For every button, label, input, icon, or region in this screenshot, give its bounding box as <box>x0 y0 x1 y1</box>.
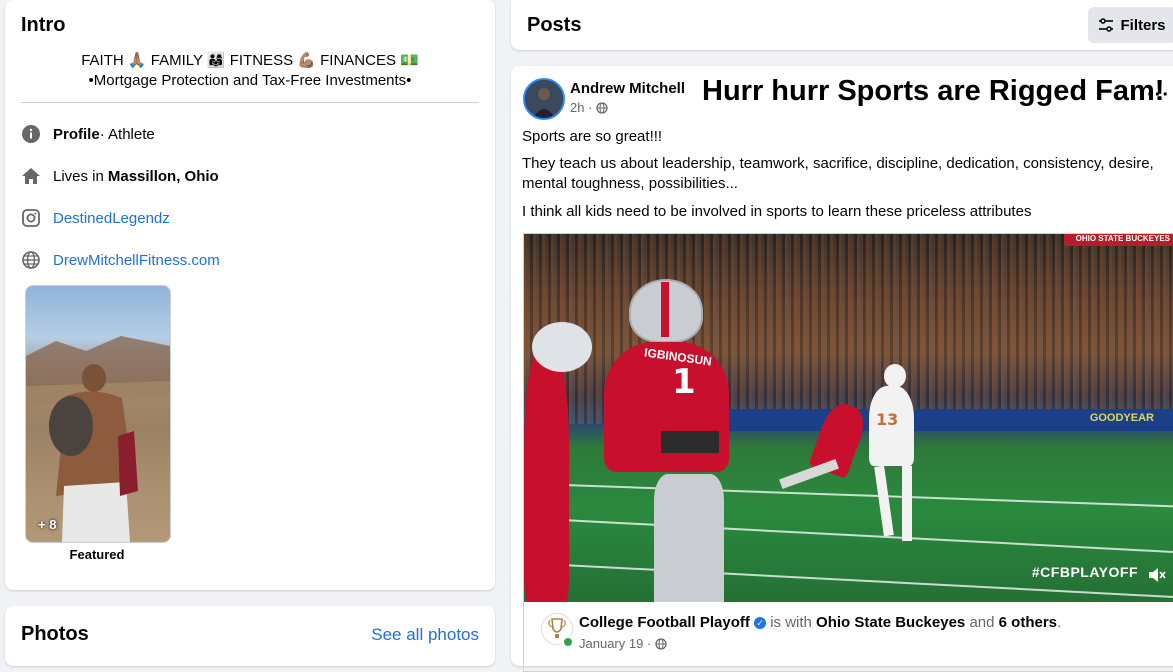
family-emoji-icon: 👨‍👩‍👧 <box>206 52 226 69</box>
online-status-dot <box>562 636 574 648</box>
detail-profile-value: · Athlete <box>99 125 155 143</box>
shared-others-link[interactable]: 6 others <box>999 614 1057 631</box>
post-text-1: Sports are so great!!! <box>522 128 663 145</box>
shared-and: and <box>965 614 999 631</box>
bio-word-fitness: FITNESS <box>229 52 294 69</box>
post-card: Andrew Mitchell 2h · Hurr hurr Sports ar… <box>511 66 1173 672</box>
flexed-bicep-emoji-icon: 💪🏽 <box>297 52 316 69</box>
public-globe-icon <box>596 101 609 114</box>
verified-badge-icon: ✓ <box>754 617 767 630</box>
helmet-stripe <box>661 282 669 337</box>
website-link[interactable]: DrewMitchellFitness.com <box>53 252 220 269</box>
intro-card: Intro FAITH 🙏🏽 FAMILY 👨‍👩‍👧 FITNESS 💪🏽 F… <box>5 0 495 590</box>
player-main-pants <box>654 474 724 602</box>
detail-lives-label: Lives in <box>53 167 104 185</box>
featured-count: + 8 <box>38 517 57 532</box>
video-hashtag: #CFBPLAYOFF <box>1031 564 1138 580</box>
yard-line <box>524 516 1173 554</box>
post-meta: 2h · <box>570 100 609 115</box>
overlay-caption: Hurr hurr Sports are Rigged Fam! <box>702 75 1165 107</box>
filters-button[interactable]: Filters <box>1088 7 1173 43</box>
shared-period: . <box>1057 614 1062 631</box>
kicker-number: 13 <box>876 410 899 429</box>
shared-date[interactable]: January 19 · <box>579 636 651 651</box>
ad-board-text: GOODYEAR <box>1089 412 1154 424</box>
detail-instagram: DestinedLegendz <box>21 206 170 230</box>
shared-page-name[interactable]: College Football Playoff <box>579 614 750 631</box>
photos-card: Photos See all photos <box>5 606 495 666</box>
post-video[interactable]: OHIO STATE BUCKEYES GOODYEAR IGBINOSUN 1… <box>523 233 1173 602</box>
bio-line-1: FAITH 🙏🏽 FAMILY 👨‍👩‍👧 FITNESS 💪🏽 FINANCE… <box>5 51 495 69</box>
shared-from-row: College Football Playoff ✓ is with Ohio … <box>523 601 1173 672</box>
home-icon <box>21 166 41 186</box>
posts-title: Posts <box>527 14 582 36</box>
mute-icon[interactable] <box>1148 567 1166 588</box>
towel-belt <box>659 429 721 455</box>
featured-label: Featured <box>69 547 125 562</box>
bio-word-faith: FAITH <box>81 52 124 69</box>
photos-title: Photos <box>21 623 89 645</box>
more-options-icon[interactable]: ··· <box>1147 84 1170 107</box>
jersey-number: 1 <box>672 362 696 402</box>
bio-word-finances: FINANCES <box>320 52 396 69</box>
post-text-2: They teach us about leadership, teamwork… <box>522 155 1154 192</box>
shared-is-with: is with <box>766 614 817 631</box>
globe-icon <box>21 250 41 270</box>
post-text-3: I think all kids need to be involved in … <box>522 203 1032 220</box>
intro-title: Intro <box>21 14 66 36</box>
filters-icon <box>1099 18 1114 32</box>
shared-line: College Football Playoff ✓ is with Ohio … <box>579 614 1061 631</box>
kicker-leg <box>874 465 894 537</box>
player-left <box>524 344 569 602</box>
see-all-photos-link[interactable]: See all photos <box>371 625 479 645</box>
instagram-link[interactable]: DestinedLegendz <box>53 210 170 227</box>
filters-label: Filters <box>1120 16 1166 34</box>
pray-emoji-icon: 🙏🏽 <box>127 52 147 69</box>
helmet-left <box>532 322 592 372</box>
featured-photo[interactable]: + 8 <box>25 285 171 543</box>
yard-line <box>524 482 1173 508</box>
helmet-kicker <box>884 364 906 388</box>
shared-meta: January 19 · <box>579 636 667 651</box>
money-emoji-icon: 💵 <box>400 52 419 69</box>
intro-divider <box>21 102 479 103</box>
author-name[interactable]: Andrew Mitchell <box>570 80 685 97</box>
public-globe-icon <box>655 637 667 650</box>
detail-profile: Profile · Athlete <box>21 122 155 146</box>
detail-lives-value[interactable]: Massillon, Ohio <box>108 168 219 185</box>
banner-text: OHIO STATE BUCKEYES <box>1075 234 1170 243</box>
bio-line-2: •Mortgage Protection and Tax-Free Invest… <box>88 72 412 89</box>
bio-word-family: FAMILY <box>150 52 203 69</box>
kicker-leg <box>902 466 912 541</box>
detail-lives-in: Lives in Massillon, Ohio <box>21 164 219 188</box>
post-time[interactable]: 2h · <box>570 100 592 115</box>
instagram-icon <box>21 208 41 228</box>
posts-header: Posts Filters <box>511 0 1173 50</box>
shared-tagged-page[interactable]: Ohio State Buckeyes <box>816 614 965 631</box>
author-avatar[interactable] <box>523 78 565 120</box>
detail-profile-label: Profile <box>53 125 100 143</box>
detail-website: DrewMitchellFitness.com <box>21 248 220 272</box>
info-icon <box>21 124 41 144</box>
